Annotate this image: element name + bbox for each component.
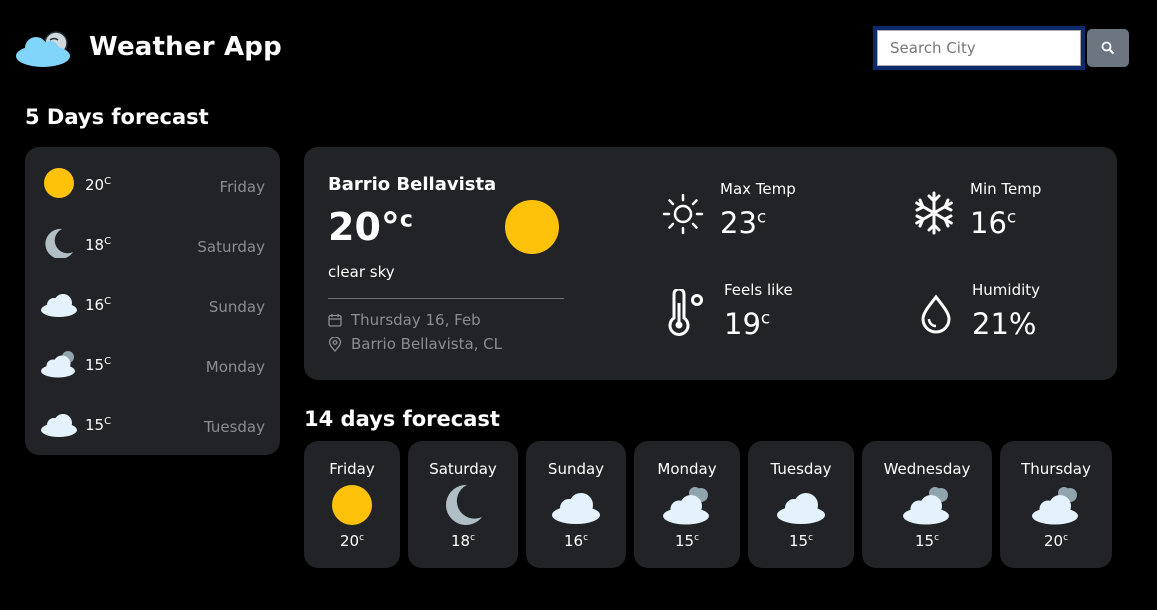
five-day-temp: 15C [85, 356, 112, 374]
current-location: Barrio Bellavista, CL [328, 335, 502, 353]
current-weather-card: Barrio Bellavista 20°c clear sky Thursda… [304, 147, 1117, 380]
five-day-row: 16C Sunday [25, 272, 280, 332]
five-day-row: 18C Saturday [25, 212, 280, 272]
forecast-day-name: Sunday [547, 460, 605, 478]
forecast-day-card: Monday 15c [634, 441, 740, 568]
max-temp-value: 23c [720, 206, 767, 240]
current-temp: 20°c [328, 205, 413, 249]
current-description: clear sky [328, 263, 395, 281]
feels-like-value: 19c [724, 307, 771, 341]
forecast-day-name: Saturday [429, 460, 497, 478]
search-box [873, 26, 1085, 70]
forecast-day-temp: 20c [1043, 532, 1069, 550]
forecast-day-temp: 20c [339, 532, 365, 550]
weather-logo-icon [16, 31, 70, 67]
sun-icon [505, 200, 559, 254]
current-location-text: Barrio Bellavista, CL [351, 335, 503, 353]
five-day-temp: 20C [85, 176, 112, 194]
five-day-temp: 18C [85, 236, 112, 254]
forecast-day-temp: 15c [788, 532, 814, 550]
search-input[interactable] [877, 30, 1081, 66]
feels-like-label: Feels like [724, 281, 793, 299]
five-day-title: 5 Days forecast [25, 105, 209, 129]
five-day-day: Sunday [208, 298, 265, 316]
five-day-row: 15C Monday [25, 332, 280, 392]
forecast-day-card: Friday 20c [304, 441, 400, 568]
search-button[interactable] [1087, 29, 1129, 67]
calendar-icon [328, 314, 342, 327]
forecast-day-name: Friday [329, 460, 375, 478]
forecast-day-name: Wednesday [883, 460, 971, 478]
five-day-day: Friday [219, 178, 265, 196]
sun-icon [332, 485, 372, 525]
snowflake-icon [915, 191, 953, 235]
forecast-day-card: Wednesday 15c [862, 441, 992, 568]
five-day-day: Saturday [197, 238, 265, 256]
forecast-day-card: Sunday 16c [526, 441, 626, 568]
cloudy-icon [663, 487, 709, 525]
cloudy-icon [903, 487, 949, 525]
min-temp-label: Min Temp [970, 180, 1042, 198]
five-day-day: Monday [205, 358, 265, 376]
humidity-value: 21% [972, 307, 1037, 341]
forecast-day-name: Tuesday [770, 460, 832, 478]
five-day-row: 15C Tuesday [25, 392, 280, 452]
five-day-day: Tuesday [203, 418, 265, 436]
forecast-day-card: Thursday 20c [1000, 441, 1112, 568]
forecast-day-name: Monday [657, 460, 717, 478]
sun-icon [44, 168, 74, 198]
forecast-day-name: Thursday [1021, 460, 1091, 478]
min-temp-value: 16c [970, 206, 1017, 240]
five-day-row: 20C Friday [25, 152, 280, 212]
humidity-label: Humidity [972, 281, 1041, 299]
current-date-text: Thursday 16, Feb [351, 311, 481, 329]
cloud-icon [41, 294, 77, 317]
forecast-day-card: Tuesday 15c [748, 441, 854, 568]
water-drop-icon [921, 294, 951, 334]
five-day-temp: 15C [85, 416, 112, 434]
thermometer-icon [668, 289, 703, 336]
moon-icon [45, 228, 73, 258]
forecast-day-temp: 18c [450, 532, 476, 550]
moon-icon [446, 485, 482, 525]
five-day-temp: 16C [85, 296, 112, 314]
fourteen-day-title: 14 days forecast [304, 407, 500, 431]
current-date: Thursday 16, Feb [328, 311, 481, 329]
sun-outline-icon [662, 193, 704, 235]
app-header: Weather App [0, 0, 1157, 100]
search-icon [1101, 41, 1115, 55]
divider [328, 298, 564, 299]
cloud-icon [552, 493, 600, 524]
location-pin-icon [328, 336, 342, 352]
forecast-day-card: Saturday 18c [408, 441, 518, 568]
forecast-day-temp: 15c [674, 532, 700, 550]
five-day-card: 20C Friday 18C Saturday 16C Sunday 15C M… [25, 147, 280, 455]
cloudy-icon [41, 351, 75, 378]
cloud-icon [41, 414, 77, 437]
forecast-day-temp: 16c [563, 532, 589, 550]
forecast-day-temp: 15c [914, 532, 940, 550]
cloud-icon [777, 493, 825, 524]
cloudy-icon [1032, 487, 1078, 525]
app-title: Weather App [89, 32, 282, 62]
current-city: Barrio Bellavista [328, 174, 497, 195]
max-temp-label: Max Temp [720, 180, 796, 198]
